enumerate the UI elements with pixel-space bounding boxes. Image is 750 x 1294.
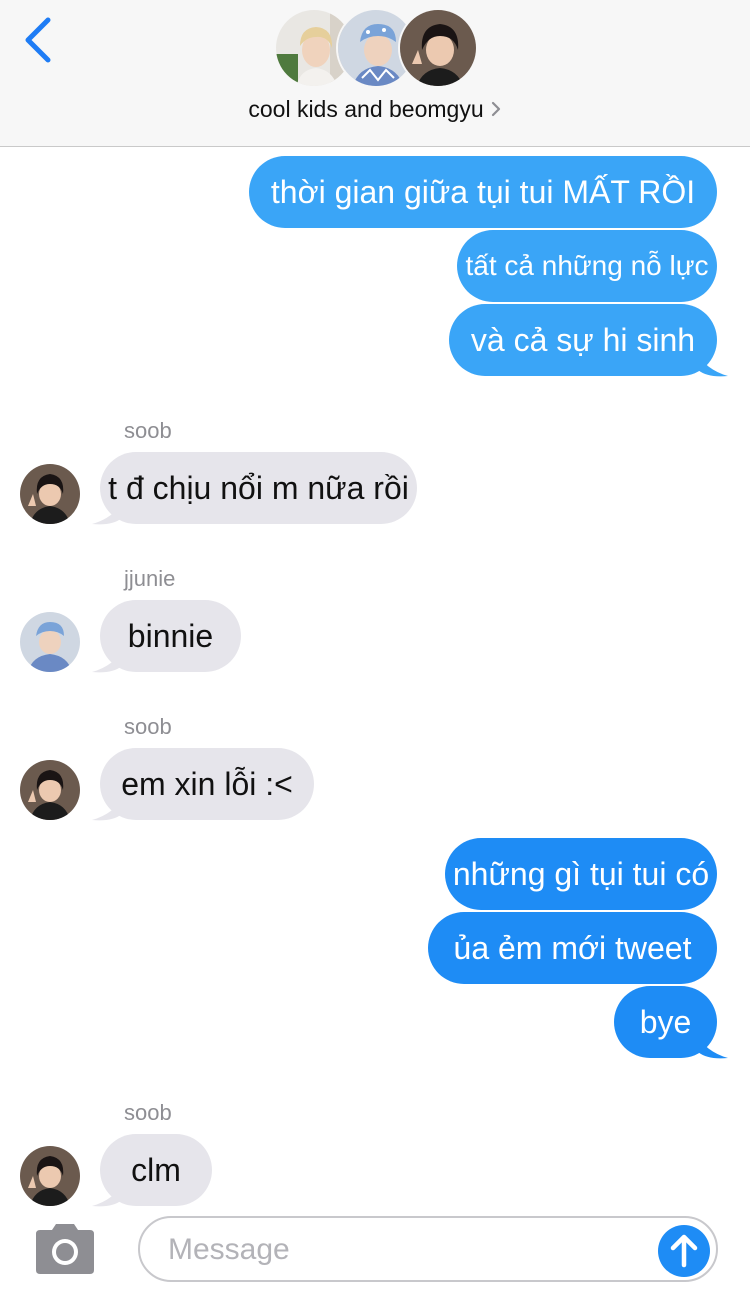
group-name: cool kids and beomgyu	[248, 96, 484, 122]
message-text: em xin lỗi :<	[121, 766, 293, 802]
camera-icon	[36, 1224, 94, 1274]
message-text: những gì tụi tui có	[452, 856, 710, 892]
message-text: và cả sự hi sinh	[470, 322, 696, 358]
bubble-tail	[694, 1032, 728, 1059]
bubble-tail	[92, 794, 126, 821]
group-avatar-3	[398, 8, 478, 88]
message-composer	[0, 1208, 750, 1294]
outgoing-message[interactable]: và cả sự hi sinh	[449, 304, 717, 376]
sender-name: soob	[124, 1100, 172, 1125]
sender-name: soob	[124, 418, 172, 443]
back-button[interactable]	[18, 14, 62, 68]
chevron-left-icon	[25, 17, 51, 63]
sender-name: jjunie	[124, 566, 176, 591]
message-text: t đ chịu nổi m nữa rồi	[108, 470, 409, 506]
chevron-right-icon	[490, 97, 502, 124]
message-text: ủa ẻm mới tweet	[453, 930, 692, 966]
message-input[interactable]	[166, 1226, 640, 1274]
bubble-tail	[92, 646, 126, 673]
message-text: bye	[639, 1004, 692, 1040]
send-button[interactable]	[658, 1225, 710, 1277]
group-name-button[interactable]: cool kids and beomgyu	[0, 96, 750, 124]
message-text: binnie	[127, 618, 214, 654]
outgoing-message[interactable]: tất cả những nỗ lực	[457, 230, 717, 302]
arrow-up-icon	[670, 1234, 698, 1268]
group-avatars[interactable]	[274, 8, 478, 90]
incoming-message[interactable]: t đ chịu nổi m nữa rồi	[100, 452, 417, 524]
bubble-tail	[92, 1180, 126, 1207]
avatar	[20, 464, 80, 524]
bubble-tail	[694, 350, 728, 377]
outgoing-message[interactable]: thời gian giữa tụi tui MẤT RỒI	[249, 156, 717, 228]
avatar	[20, 760, 80, 820]
bubble-tail	[92, 498, 126, 525]
message-text: tất cả những nỗ lực	[465, 250, 709, 281]
conversation-header: cool kids and beomgyu	[0, 0, 750, 147]
sender-name: soob	[124, 714, 172, 739]
incoming-message[interactable]: em xin lỗi :<	[100, 748, 314, 820]
camera-button[interactable]	[32, 1224, 98, 1274]
outgoing-message[interactable]: ủa ẻm mới tweet	[428, 912, 717, 984]
avatar	[20, 612, 80, 672]
message-input-container[interactable]	[138, 1216, 718, 1282]
outgoing-message[interactable]: những gì tụi tui có	[445, 838, 717, 910]
message-text: clm	[131, 1152, 181, 1188]
message-text: thời gian giữa tụi tui MẤT RỒI	[270, 174, 696, 210]
avatar	[20, 1146, 80, 1206]
